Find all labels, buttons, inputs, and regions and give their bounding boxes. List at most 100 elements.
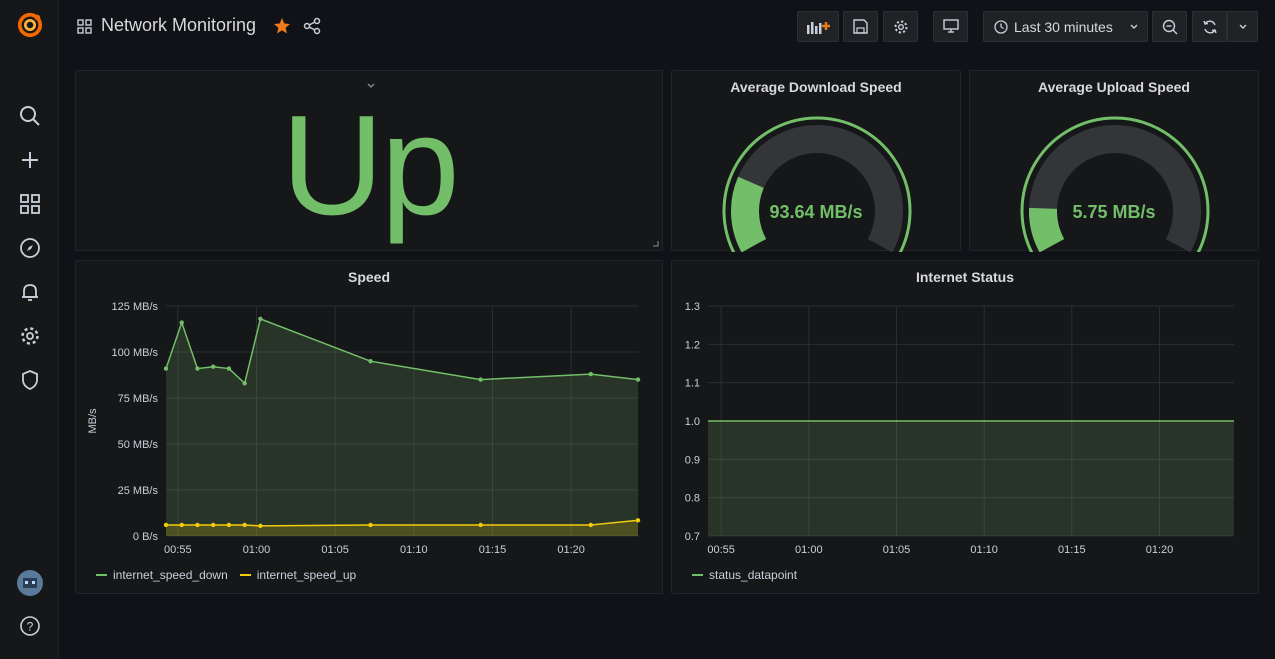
- dashboards-icon[interactable]: [17, 191, 43, 217]
- x-tick-label: 01:15: [1058, 544, 1086, 556]
- x-tick-label: 01:20: [1146, 544, 1174, 556]
- x-tick-label: 01:15: [479, 544, 507, 556]
- data-point: [478, 522, 483, 528]
- settings-gear-icon: [894, 20, 907, 33]
- x-tick-label: 01:05: [883, 544, 911, 556]
- data-point: [242, 522, 247, 528]
- y-tick-label: 0.7: [685, 531, 700, 543]
- plus-icon[interactable]: [17, 147, 43, 173]
- speed-legend: internet_speed_down internet_speed_up: [96, 568, 356, 582]
- svg-text:?: ?: [27, 620, 34, 634]
- y-tick-label: 1.0: [685, 416, 700, 428]
- save-dashboard-button[interactable]: [843, 11, 878, 42]
- alert-bell-icon[interactable]: [17, 279, 43, 305]
- upload-gauge: [1020, 116, 1210, 252]
- save-icon: [853, 19, 868, 34]
- star-icon[interactable]: [273, 17, 291, 40]
- download-speed-gauge-panel[interactable]: Average Download Speed 93.64 MB/s: [671, 70, 961, 252]
- add-panel-icon: [807, 21, 830, 34]
- time-range-picker[interactable]: Last 30 minutes: [983, 11, 1148, 42]
- data-point: [179, 522, 184, 528]
- explore-icon[interactable]: [17, 235, 43, 261]
- data-point: [635, 377, 641, 382]
- series-area: [166, 318, 638, 536]
- avatar[interactable]: [17, 570, 43, 596]
- help-icon[interactable]: ?: [17, 613, 43, 639]
- dashboard-settings-button[interactable]: [883, 11, 918, 42]
- gauge-track: [1029, 125, 1201, 252]
- refresh-icon: [1202, 20, 1217, 33]
- data-point: [195, 522, 200, 528]
- legend-item-up[interactable]: internet_speed_up: [239, 568, 357, 582]
- internet-status-graph-panel[interactable]: Internet Status 0.7 0.8 0.9 1.0 1.1 1.2 1.3 00:…: [671, 260, 1259, 594]
- y-tick-label: 1.1: [685, 378, 700, 390]
- y-tick-label: 1.2: [685, 339, 700, 351]
- monitor-icon: [942, 19, 959, 33]
- y-tick-label: 0 B/s: [133, 531, 159, 543]
- clock-icon: [994, 19, 1008, 34]
- data-point: [163, 366, 169, 371]
- legend-label: status_datapoint: [709, 568, 798, 582]
- data-point: [588, 371, 593, 377]
- search-icon[interactable]: [17, 103, 43, 129]
- share-icon[interactable]: [303, 17, 321, 40]
- data-point: [635, 518, 641, 523]
- data-point: [258, 316, 263, 322]
- legend-swatch: [96, 574, 107, 576]
- x-tick-label: 00:55: [707, 544, 735, 556]
- y-tick-label: 100 MB/s: [112, 347, 159, 359]
- top-bar: Network Monitoring Last 30 minutes: [59, 0, 1275, 54]
- legend-item-status[interactable]: status_datapoint: [692, 568, 797, 582]
- data-point: [242, 381, 247, 386]
- chevron-down-icon: [1239, 24, 1246, 29]
- x-tick-label: 01:05: [321, 544, 349, 556]
- series-area: [708, 421, 1234, 536]
- data-point: [211, 522, 216, 528]
- dashboard-grid-icon: [77, 19, 92, 39]
- legend-label: internet_speed_up: [256, 568, 357, 582]
- x-tick-label: 01:10: [400, 544, 428, 556]
- y-axis-label: MB/s: [87, 408, 99, 434]
- x-tick-label: 01:00: [795, 544, 823, 556]
- status-stat-panel[interactable]: Up: [75, 70, 663, 251]
- gear-icon[interactable]: [17, 323, 43, 349]
- x-tick-label: 01:00: [243, 544, 271, 556]
- legend-label: internet_speed_down: [113, 568, 228, 582]
- data-point: [258, 523, 263, 529]
- y-tick-label: 125 MB/s: [112, 301, 159, 313]
- y-tick-label: 25 MB/s: [118, 485, 159, 497]
- refresh-button[interactable]: [1192, 11, 1227, 42]
- resize-handle-icon[interactable]: [653, 241, 659, 247]
- internet-status-chart: 0.7 0.8 0.9 1.0 1.1 1.2 1.3 00:55 01:00 01:05 01:1…: [685, 301, 1234, 556]
- data-point: [478, 377, 483, 382]
- x-tick-label: 01:10: [970, 544, 998, 556]
- dashboard-title[interactable]: Network Monitoring: [101, 15, 256, 36]
- add-panel-button[interactable]: [797, 11, 839, 42]
- data-point: [163, 522, 169, 528]
- grafana-logo[interactable]: [17, 12, 43, 38]
- zoom-out-button[interactable]: [1152, 11, 1187, 42]
- refresh-interval-dropdown[interactable]: [1227, 11, 1258, 42]
- data-point: [588, 522, 593, 528]
- status-legend: status_datapoint: [692, 568, 797, 582]
- zoom-out-icon: [1162, 19, 1177, 34]
- y-tick-label: 75 MB/s: [118, 393, 159, 405]
- gauge-value: 5.75 MB/s: [1072, 202, 1156, 222]
- data-point: [368, 522, 373, 528]
- data-point: [226, 522, 232, 528]
- y-tick-label: 0.8: [685, 493, 700, 505]
- sidebar: ?: [0, 0, 59, 659]
- x-tick-label: 00:55: [164, 544, 192, 556]
- gauge-track: [731, 125, 903, 252]
- legend-item-down[interactable]: internet_speed_down: [96, 568, 228, 582]
- shield-icon[interactable]: [17, 367, 43, 393]
- data-point: [226, 366, 232, 371]
- tv-mode-button[interactable]: [933, 11, 968, 42]
- speed-graph-panel[interactable]: Speed 0 B/s 25 MB/s 50 MB/s 75 MB/s 100 MB/s…: [75, 260, 663, 594]
- status-value: Up: [281, 86, 460, 245]
- y-tick-label: 1.3: [685, 301, 700, 313]
- upload-speed-gauge-panel[interactable]: Average Upload Speed 5.75 MB/s: [969, 70, 1259, 252]
- data-point: [211, 364, 216, 369]
- download-gauge: [722, 116, 912, 252]
- time-range-label: Last 30 minutes: [1014, 18, 1113, 35]
